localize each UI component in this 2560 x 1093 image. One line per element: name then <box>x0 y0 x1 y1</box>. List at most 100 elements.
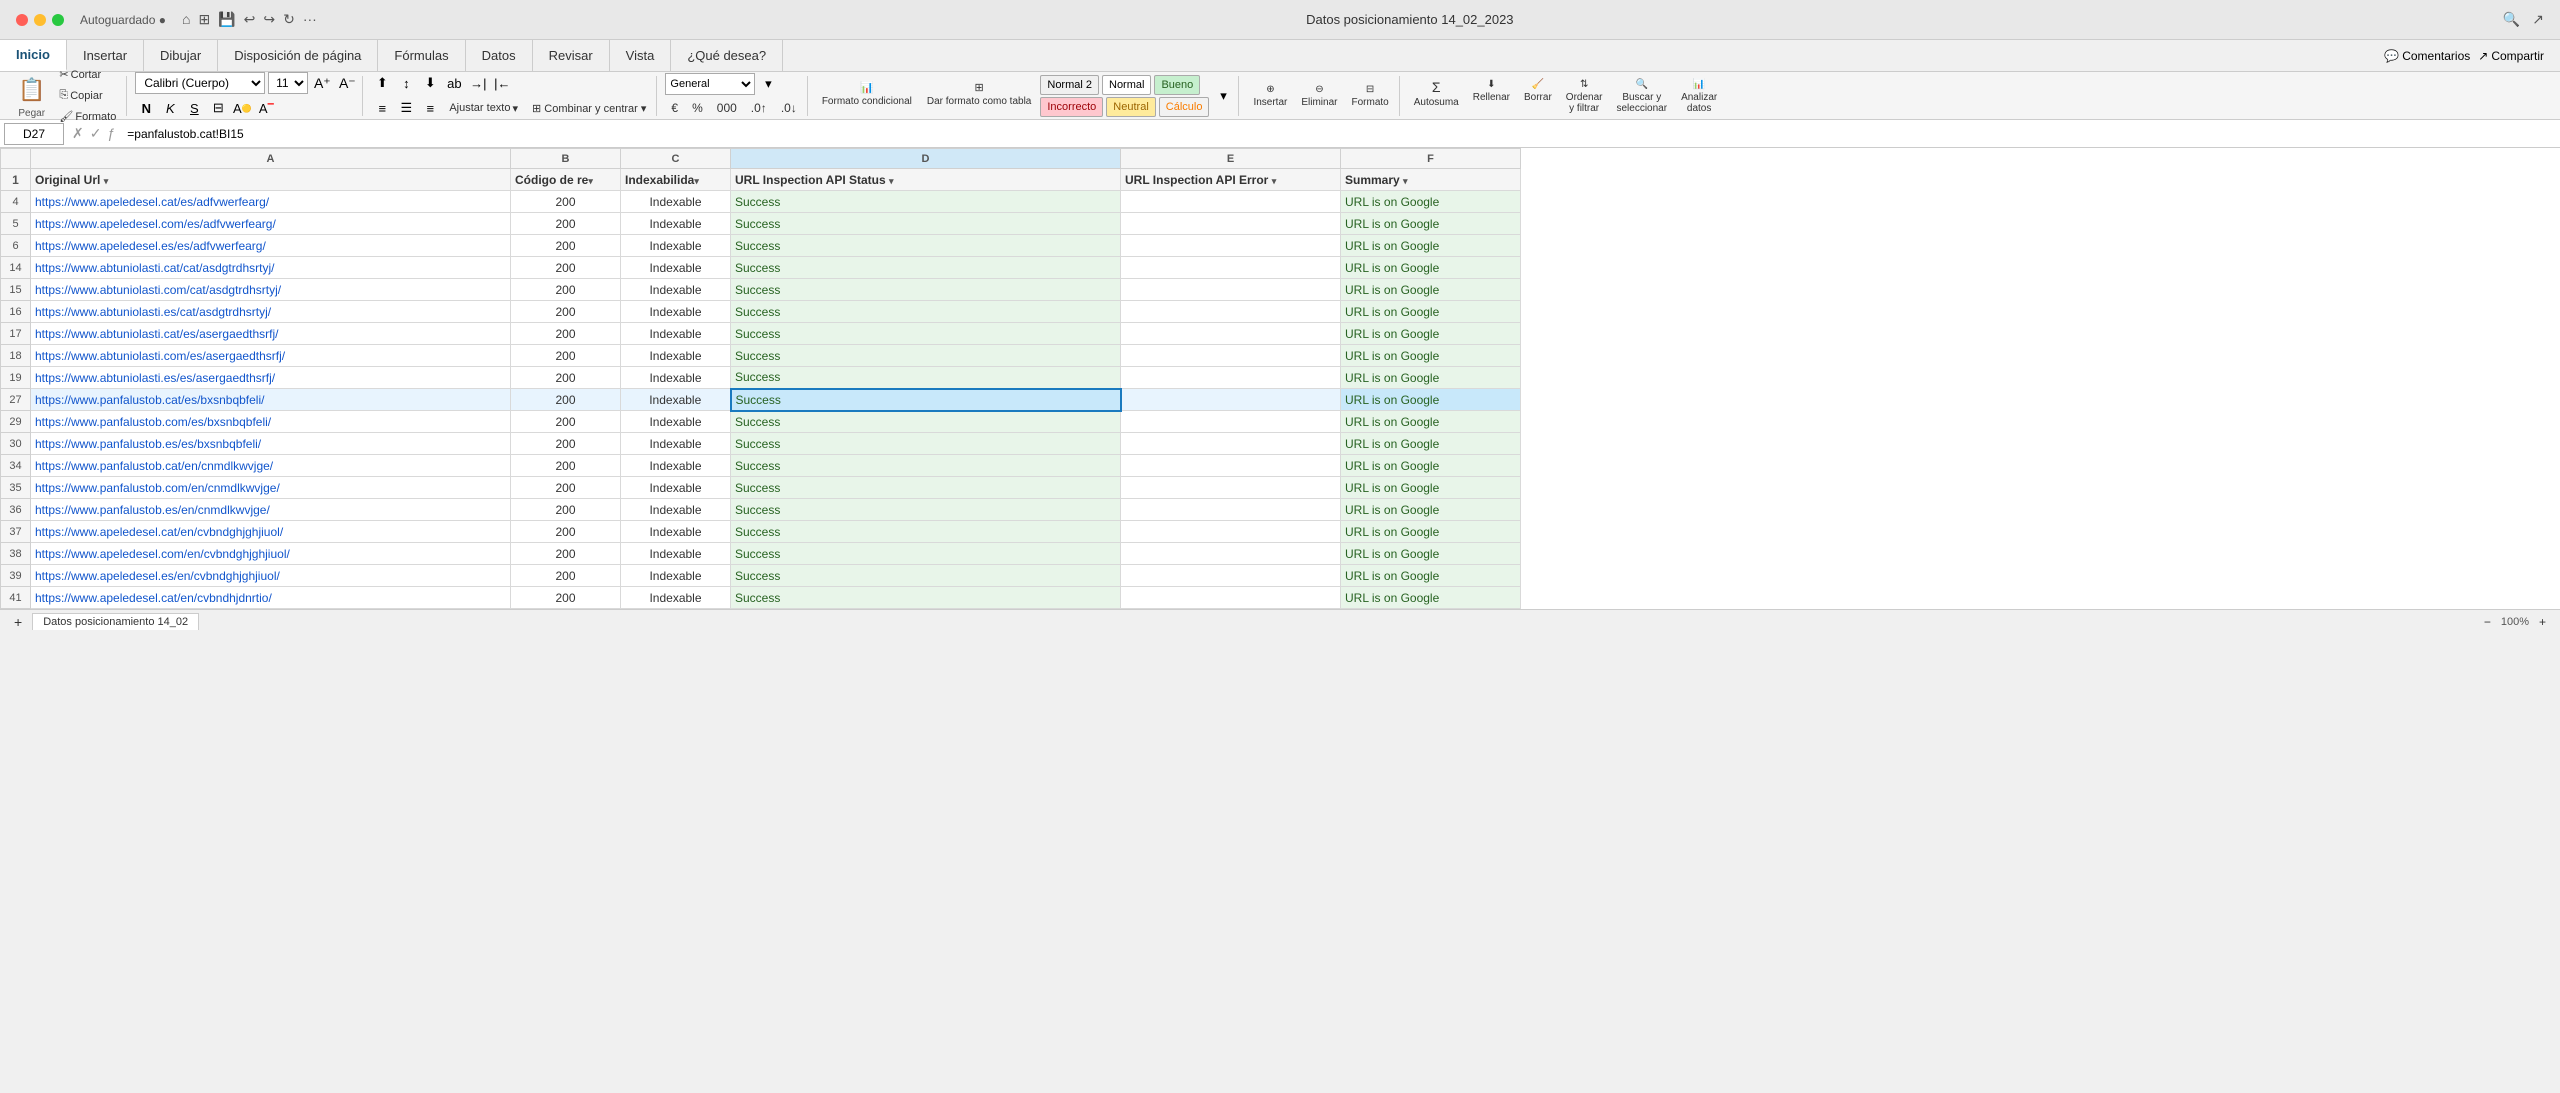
col-header-b[interactable]: B <box>511 149 621 169</box>
style-bueno[interactable]: Bueno <box>1154 75 1200 95</box>
font-grow-button[interactable]: A⁺ <box>311 72 333 94</box>
cell-code[interactable]: 200 <box>511 301 621 323</box>
cell-summary[interactable]: URL is on Google <box>1341 345 1521 367</box>
percent-button[interactable]: % <box>686 98 709 118</box>
format-cells-button[interactable]: ⊟Formato <box>1345 81 1394 111</box>
font-shrink-button[interactable]: A⁻ <box>336 72 358 94</box>
tab-vista[interactable]: Vista <box>610 40 672 71</box>
maximize-button[interactable] <box>52 14 64 26</box>
cell-status[interactable]: Success <box>731 587 1121 609</box>
confirm-formula-icon[interactable]: ✓ <box>90 125 102 142</box>
cell-error[interactable] <box>1121 213 1341 235</box>
cell-url[interactable]: https://www.apeledesel.com/es/adfvwerfea… <box>31 213 511 235</box>
text-orient-button[interactable]: ab <box>443 72 465 94</box>
clear-button[interactable]: 🧹Borrar <box>1518 76 1558 116</box>
cell-code[interactable]: 200 <box>511 499 621 521</box>
cell-url[interactable]: https://www.abtuniolasti.com/es/asergaed… <box>31 345 511 367</box>
sheet-tab-active[interactable]: Datos posicionamiento 14_02 <box>32 613 199 630</box>
insert-function-icon[interactable]: ƒ <box>107 125 115 142</box>
cell-status[interactable]: Success <box>731 477 1121 499</box>
share-button[interactable]: ↗ Compartir <box>2478 49 2544 63</box>
cell-code[interactable]: 200 <box>511 235 621 257</box>
cell-error[interactable] <box>1121 279 1341 301</box>
cell-summary[interactable]: URL is on Google <box>1341 455 1521 477</box>
cell-code[interactable]: 200 <box>511 345 621 367</box>
redo-icon[interactable]: ↪ <box>263 11 275 28</box>
close-button[interactable] <box>16 14 28 26</box>
add-sheet-button[interactable]: + <box>8 611 28 633</box>
format-as-table-button[interactable]: ⊞ Dar formato como tabla <box>921 78 1038 114</box>
cell-code[interactable]: 200 <box>511 191 621 213</box>
fill-color-button[interactable]: A🟡 <box>231 97 253 119</box>
cell-url[interactable]: https://www.panfalustob.com/es/bxsnbqbfe… <box>31 411 511 433</box>
align-right-button[interactable]: ≡ <box>419 97 441 119</box>
decimal-increase-button[interactable]: .0↑ <box>745 98 773 118</box>
header-e[interactable]: URL Inspection API Error ▾ <box>1121 169 1341 191</box>
cell-indexable[interactable]: Indexable <box>621 521 731 543</box>
comments-button[interactable]: 💬 Comentarios <box>2384 49 2470 63</box>
cell-url[interactable]: https://www.abtuniolasti.es/cat/asdgtrdh… <box>31 301 511 323</box>
cell-code[interactable]: 200 <box>511 587 621 609</box>
cell-url[interactable]: https://www.apeledesel.cat/es/adfvwerfea… <box>31 191 511 213</box>
cell-url[interactable]: https://www.abtuniolasti.es/es/asergaedt… <box>31 367 511 389</box>
cell-error[interactable] <box>1121 323 1341 345</box>
cell-indexable[interactable]: Indexable <box>621 543 731 565</box>
cell-code[interactable]: 200 <box>511 411 621 433</box>
cell-summary[interactable]: URL is on Google <box>1341 235 1521 257</box>
cell-error[interactable] <box>1121 433 1341 455</box>
col-header-e[interactable]: E <box>1121 149 1341 169</box>
merge-center-button[interactable]: ⊞ Combinar y centrar ▾ <box>526 99 652 118</box>
cell-error[interactable] <box>1121 301 1341 323</box>
indent-increase-button[interactable]: →| <box>467 72 489 94</box>
share-icon[interactable]: ↗ <box>2532 11 2544 28</box>
bold-button[interactable]: N <box>135 97 157 119</box>
cell-code[interactable]: 200 <box>511 257 621 279</box>
minimize-button[interactable] <box>34 14 46 26</box>
cell-url[interactable]: https://www.panfalustob.cat/es/bxsnbqbfe… <box>31 389 511 411</box>
cell-error[interactable] <box>1121 587 1341 609</box>
cell-error[interactable] <box>1121 455 1341 477</box>
cell-summary[interactable]: URL is on Google <box>1341 521 1521 543</box>
indent-decrease-button[interactable]: |← <box>491 72 513 94</box>
delete-cells-button[interactable]: ⊖Eliminar <box>1295 81 1343 111</box>
undo-icon[interactable]: ↩ <box>244 11 256 28</box>
conditional-format-button[interactable]: 📊 Formato condicional <box>816 78 918 114</box>
cell-code[interactable]: 200 <box>511 521 621 543</box>
header-a[interactable]: Original Url ▾ <box>31 169 511 191</box>
sheet-area[interactable]: A B C D E F 1 Original Url ▾ Código de r… <box>0 148 2560 609</box>
cut-button[interactable]: ✂ Cortar <box>53 65 122 84</box>
tab-que-desea[interactable]: ¿Qué desea? <box>671 40 783 71</box>
style-normal[interactable]: Normal <box>1102 75 1151 95</box>
style-neutral[interactable]: Neutral <box>1106 97 1155 117</box>
zoom-in-button[interactable]: + <box>2533 612 2552 632</box>
align-left-button[interactable]: ≡ <box>371 97 393 119</box>
cell-indexable[interactable]: Indexable <box>621 235 731 257</box>
font-family-select[interactable]: Calibri (Cuerpo) <box>135 72 265 94</box>
find-select-button[interactable]: 🔍Buscar yseleccionar <box>1610 76 1673 116</box>
tab-revisar[interactable]: Revisar <box>533 40 610 71</box>
cell-status[interactable]: Success <box>731 345 1121 367</box>
cell-error[interactable] <box>1121 565 1341 587</box>
cell-error[interactable] <box>1121 345 1341 367</box>
header-d[interactable]: URL Inspection API Status ▾ <box>731 169 1121 191</box>
cell-status[interactable]: Success <box>731 213 1121 235</box>
wrap-text-button[interactable]: Ajustar texto ▾ <box>443 99 524 118</box>
cell-indexable[interactable]: Indexable <box>621 323 731 345</box>
underline-button[interactable]: S <box>183 97 205 119</box>
cell-indexable[interactable]: Indexable <box>621 499 731 521</box>
header-f[interactable]: Summary ▾ <box>1341 169 1521 191</box>
cell-error[interactable] <box>1121 543 1341 565</box>
cell-url[interactable]: https://www.apeledesel.es/en/cvbndghjghj… <box>31 565 511 587</box>
cell-summary[interactable]: URL is on Google <box>1341 587 1521 609</box>
text-color-button[interactable]: A▔ <box>255 97 277 119</box>
currency-button[interactable]: € <box>665 98 684 118</box>
fill-button[interactable]: ⬇Rellenar <box>1467 76 1516 116</box>
cell-code[interactable]: 200 <box>511 565 621 587</box>
cell-code[interactable]: 200 <box>511 433 621 455</box>
thousands-button[interactable]: 000 <box>711 98 743 118</box>
cell-status[interactable]: Success <box>731 279 1121 301</box>
cell-url[interactable]: https://www.panfalustob.cat/en/cnmdlkwvj… <box>31 455 511 477</box>
cell-indexable[interactable]: Indexable <box>621 455 731 477</box>
analyze-data-button[interactable]: 📊Analizardatos <box>1675 76 1723 116</box>
cell-status[interactable]: Success <box>731 411 1121 433</box>
